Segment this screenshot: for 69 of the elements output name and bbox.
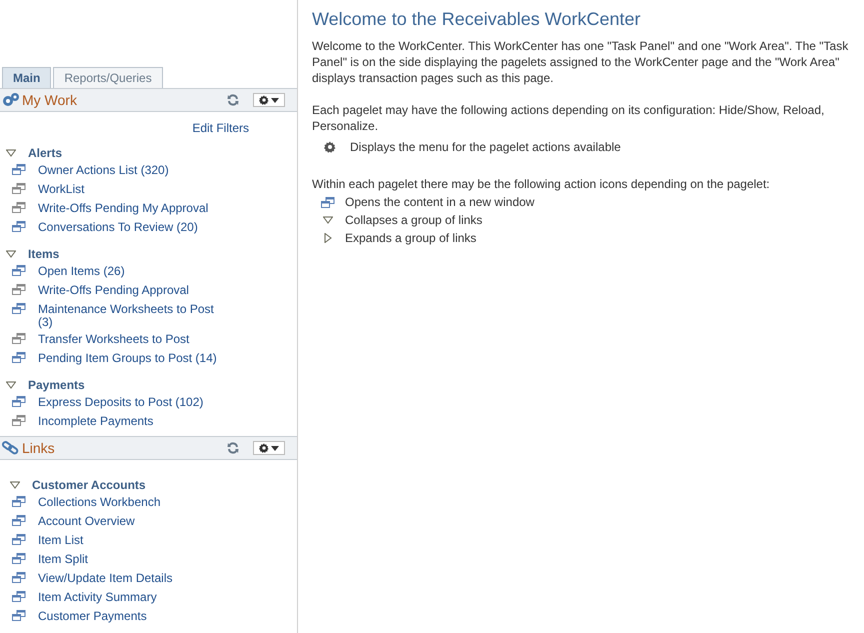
new-window-icon[interactable] xyxy=(12,352,26,363)
link[interactable]: Account Overview xyxy=(38,515,135,528)
new-window-icon[interactable] xyxy=(12,553,26,564)
refresh-icon[interactable] xyxy=(227,442,239,454)
link[interactable]: Transfer Worksheets to Post xyxy=(38,333,190,346)
link[interactable]: Maintenance Worksheets to Post (3) xyxy=(38,303,223,329)
edit-filters-link[interactable]: Edit Filters xyxy=(192,119,249,137)
actions-menu-button[interactable] xyxy=(253,441,285,455)
description: Displays the menu for the pagelet actions available xyxy=(350,139,621,155)
gear-icon xyxy=(259,95,269,105)
link[interactable]: Open Items (26) xyxy=(38,265,125,278)
link[interactable]: Item Split xyxy=(38,553,88,566)
link[interactable]: WorkList xyxy=(38,183,84,196)
link[interactable]: View/Update Item Details xyxy=(38,572,173,585)
new-window-icon[interactable] xyxy=(12,265,26,276)
new-window-icon[interactable] xyxy=(12,202,26,213)
collapse-triangle-icon xyxy=(323,215,333,225)
new-window-icon[interactable] xyxy=(12,534,26,545)
collapse-triangle-icon[interactable] xyxy=(6,148,16,158)
link[interactable]: Express Deposits to Post (102) xyxy=(38,396,204,409)
new-window-icon[interactable] xyxy=(12,183,26,194)
new-window-icon[interactable] xyxy=(12,164,26,175)
caret-icon xyxy=(271,446,279,450)
collapse-triangle-icon[interactable] xyxy=(6,380,16,390)
link[interactable]: Owner Actions List (320) xyxy=(38,164,169,177)
link[interactable]: Customer Payments xyxy=(38,610,147,623)
new-window-icon xyxy=(321,196,335,208)
pagelet-title: My Work xyxy=(22,90,77,110)
new-window-icon[interactable] xyxy=(12,303,26,314)
link[interactable]: Write-Offs Pending Approval xyxy=(38,284,189,297)
group-heading[interactable]: Items xyxy=(28,244,60,262)
new-window-icon[interactable] xyxy=(12,591,26,602)
new-window-icon[interactable] xyxy=(12,415,26,426)
link[interactable]: Collections Workbench xyxy=(38,496,161,509)
link[interactable]: Conversations To Review (20) xyxy=(38,221,198,234)
refresh-icon[interactable] xyxy=(227,94,239,106)
link[interactable]: Item List xyxy=(38,534,84,547)
new-window-icon[interactable] xyxy=(12,284,26,295)
new-window-icon[interactable] xyxy=(12,221,26,232)
page-title: Welcome to the Receivables WorkCenter xyxy=(312,8,642,30)
new-window-icon[interactable] xyxy=(12,496,26,507)
link[interactable]: Write-Offs Pending My Approval xyxy=(38,202,208,215)
link[interactable]: Incomplete Payments xyxy=(38,415,154,428)
description: Collapses a group of links xyxy=(345,212,482,228)
description: Opens the content in a new window xyxy=(345,194,534,210)
collapse-triangle-icon[interactable] xyxy=(10,480,20,490)
tab[interactable]: Main xyxy=(2,67,52,88)
pagelet-title: Links xyxy=(22,438,55,458)
new-window-icon[interactable] xyxy=(12,515,26,526)
new-window-icon[interactable] xyxy=(12,333,26,344)
expand-triangle-icon xyxy=(323,233,333,243)
link[interactable]: Pending Item Groups to Post (14) xyxy=(38,352,217,365)
group-heading[interactable]: Alerts xyxy=(28,144,62,162)
collapse-triangle-icon[interactable] xyxy=(6,248,16,258)
actions-menu-button[interactable] xyxy=(253,93,285,107)
intro-paragraph: Welcome to the WorkCenter. This WorkCenter has one "Task Panel" and one "Work Area". The "Task Panel" is on the side displaying the pagelets assigned to the WorkCenter page and the "Work Area" displays transaction pages such as this page. xyxy=(312,38,850,86)
caret-icon xyxy=(271,98,279,102)
gear-icon xyxy=(324,141,336,153)
paragraph: Within each pagelet there may be the following action icons depending on the pagelet: xyxy=(312,176,771,192)
tab[interactable]: Reports/Queries xyxy=(53,67,163,88)
new-window-icon[interactable] xyxy=(12,610,26,621)
new-window-icon[interactable] xyxy=(12,396,26,407)
description: Expands a group of links xyxy=(345,230,476,246)
paragraph: Each pagelet may have the following actions depending on its configuration: Hide/Show, Reload, Personalize. xyxy=(312,102,826,134)
new-window-icon[interactable] xyxy=(12,572,26,583)
group-heading[interactable]: Payments xyxy=(28,376,85,394)
link[interactable]: Item Activity Summary xyxy=(38,591,157,604)
gear-icon xyxy=(259,443,269,453)
group-heading[interactable]: Customer Accounts xyxy=(32,476,146,494)
